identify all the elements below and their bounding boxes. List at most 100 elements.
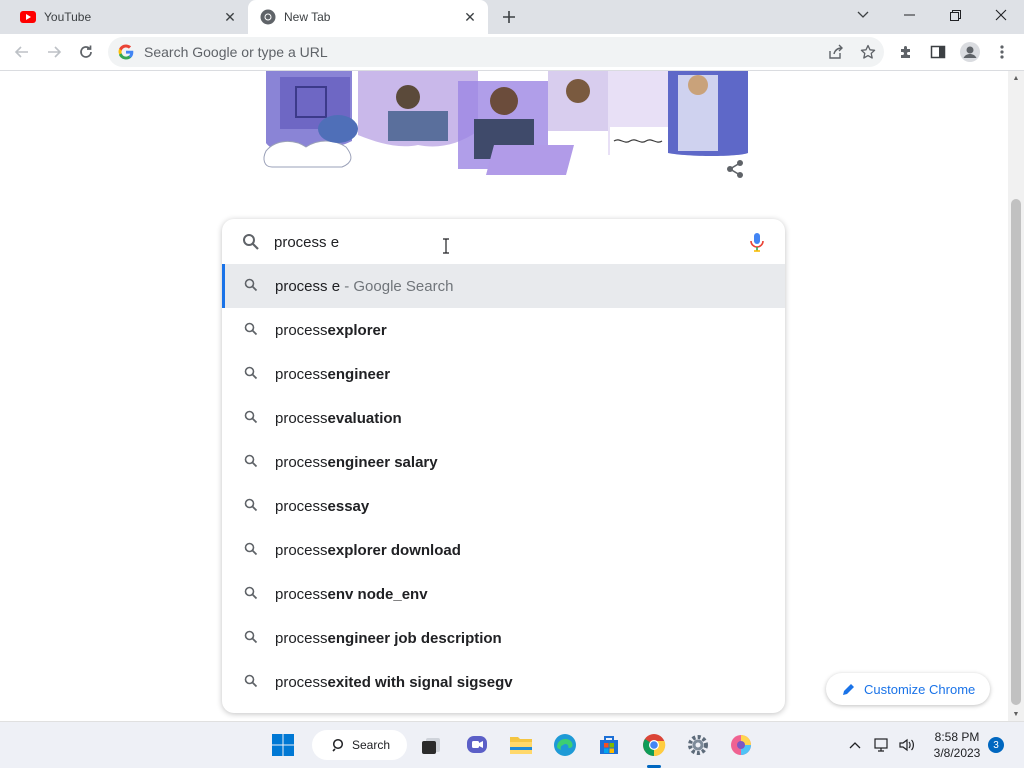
search-icon [332,738,344,752]
close-window-button[interactable] [978,0,1024,30]
microsoft-store-icon[interactable] [594,730,624,760]
search-input[interactable]: process e [274,234,339,251]
search-icon [244,454,260,470]
suggestion-row[interactable]: process env node_env [222,572,785,616]
doodle-share-icon[interactable] [722,156,748,182]
suggestion-completion: env node_env [327,585,428,603]
omnibox-placeholder: Search Google or type a URL [144,44,328,60]
scroll-down-arrow-icon[interactable]: ▼ [1011,709,1021,719]
close-tab-icon[interactable]: ✕ [460,7,480,27]
taskbar-search-label: Search [352,738,391,752]
customize-label: Customize Chrome [864,681,976,697]
system-clock[interactable]: 8:58 PM 3/8/2023 [926,729,988,761]
suggestion-completion: explorer [327,321,387,339]
suggestion-prefix: process [275,541,328,559]
volume-icon[interactable] [897,734,917,756]
more-menu-icon[interactable] [988,38,1016,66]
file-explorer-icon[interactable] [506,730,536,760]
search-icon [244,630,260,646]
tab-youtube[interactable]: YouTube ✕ [8,0,248,34]
suggestion-completion: exited with signal sigsegv [327,673,513,691]
suggestion-completion: explorer download [327,541,461,559]
suggestion-prefix: process [275,409,328,427]
youtube-icon [20,9,36,25]
color-app-icon[interactable] [726,730,756,760]
suggestion-row[interactable]: process engineer salary [222,440,785,484]
suggestion-row[interactable]: process explorer download [222,528,785,572]
suggestion-completion: engineer salary [327,453,438,471]
suggestion-prefix: process [275,365,328,383]
suggestion-prefix: process [275,673,328,691]
suggestion-completion: essay [327,497,370,515]
search-icon [244,542,260,558]
chrome-taskbar-icon[interactable] [639,730,669,760]
customize-chrome-button[interactable]: Customize Chrome [826,673,990,705]
search-icon [244,322,260,338]
tab-title: New Tab [284,10,331,24]
suggestion-row[interactable]: process evaluation [222,396,785,440]
minimize-button[interactable] [886,0,932,30]
new-tab-button[interactable] [498,6,520,28]
suggestion-row[interactable]: process engineer [222,352,785,396]
pencil-icon [842,682,856,696]
tab-search-chevron-icon[interactable] [840,0,886,30]
suggestion-completion: engineer [327,365,391,383]
chrome-icon [260,9,276,25]
search-icon [244,366,260,382]
task-view-icon[interactable] [416,730,446,760]
suggestion-row[interactable]: process essay [222,484,785,528]
suggestion-completion: engineer job description [327,629,502,647]
taskbar-search[interactable]: Search [312,730,407,760]
scroll-up-arrow-icon[interactable]: ▲ [1011,73,1021,83]
side-panel-icon[interactable] [924,38,952,66]
restore-button[interactable] [932,0,978,30]
tab-strip: YouTube ✕ New Tab ✕ [0,0,1024,34]
omnibox[interactable]: Search Google or type a URL [108,37,884,67]
suggestion-row[interactable]: process engineer job description [222,616,785,660]
search-box[interactable]: process e [222,219,785,265]
taskbar: Search 8:58 PM 3/8/2023 3 [0,721,1024,768]
settings-gear-icon[interactable] [683,730,713,760]
search-icon [244,674,260,690]
reload-button[interactable] [72,38,100,66]
suggestion-row[interactable]: process exited with signal sigsegv [222,660,785,704]
scroll-thumb[interactable] [1011,199,1021,705]
search-icon [244,278,260,294]
share-page-icon[interactable] [820,38,852,66]
extensions-puzzle-icon[interactable] [892,38,920,66]
search-icon [242,233,260,251]
forward-button[interactable] [40,38,68,66]
toolbar: Search Google or type a URL [0,34,1024,71]
suggestion-row[interactable]: process explorer [222,308,785,352]
google-doodle[interactable] [258,71,752,175]
tab-title: YouTube [44,10,92,24]
suggestion-prefix: process [275,629,328,647]
suggestion-prefix: process e [275,277,341,295]
close-tab-icon[interactable]: ✕ [220,7,240,27]
clock-time: 8:58 PM [934,730,980,744]
search-icon [244,410,260,426]
bookmark-star-icon[interactable] [852,38,884,66]
network-icon[interactable] [872,734,892,756]
show-hidden-icons-chevron-icon[interactable] [845,734,865,756]
search-icon [244,586,260,602]
notification-badge[interactable]: 3 [988,737,1004,753]
windows-start-icon[interactable] [268,730,298,760]
suggestion-prefix: process [275,497,328,515]
profile-avatar-icon[interactable] [956,38,984,66]
search-suggestions-panel: process e process e - Google Search proce… [222,219,785,713]
suggestion-completion: evaluation [327,409,402,427]
teams-chat-icon[interactable] [462,730,492,760]
edge-browser-icon[interactable] [550,730,580,760]
suggestion-prefix: process [275,585,328,603]
tab-new-tab[interactable]: New Tab ✕ [248,0,488,34]
clock-date: 3/8/2023 [933,746,981,760]
suggestion-prefix: process [275,321,328,339]
suggestion-prefix: process [275,453,328,471]
suggestion-row[interactable]: process e - Google Search [222,264,785,308]
back-button[interactable] [8,38,36,66]
text-cursor-icon [442,238,450,254]
suggestion-note: - Google Search [340,277,454,295]
voice-search-mic-icon[interactable] [749,232,765,252]
page-scrollbar[interactable]: ▲ ▼ [1008,71,1024,721]
